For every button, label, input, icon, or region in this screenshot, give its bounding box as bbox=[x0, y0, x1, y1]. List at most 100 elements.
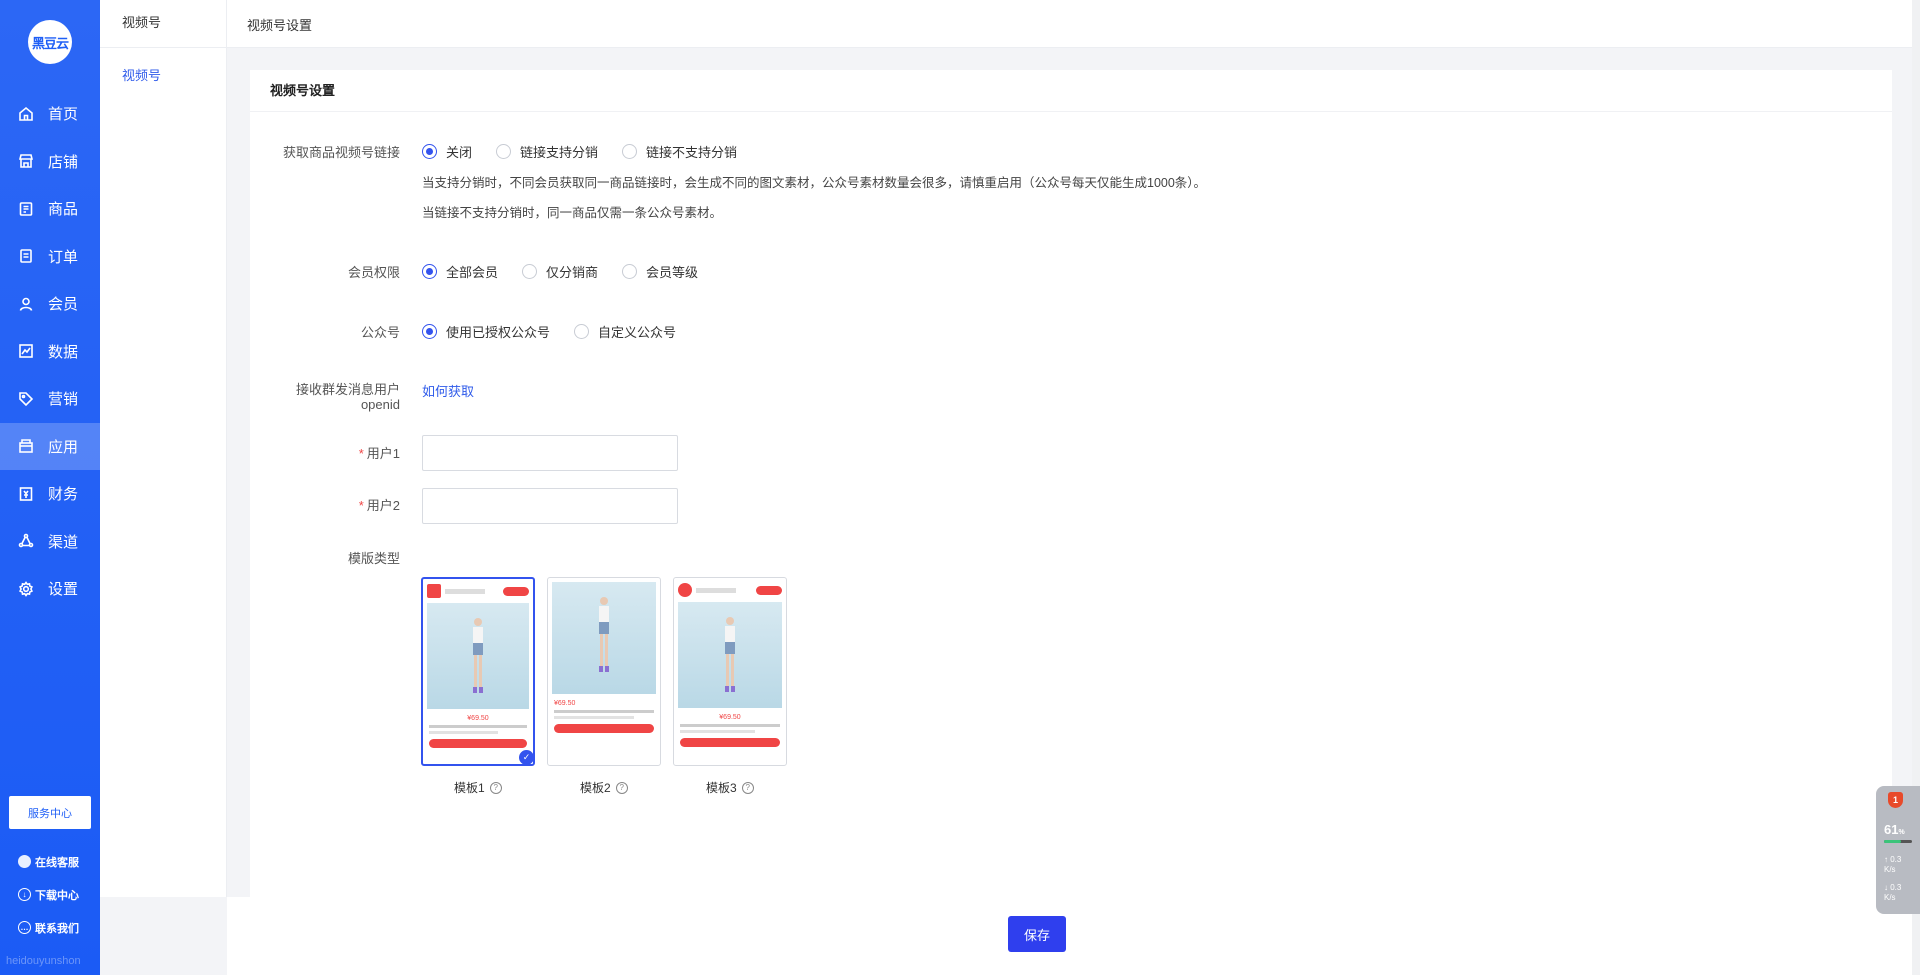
nav-item-order[interactable]: 订单 bbox=[0, 233, 100, 281]
nav-list: 首页 店铺 商品 订单 会员 数据 营销 应用 财务 渠道 设置 bbox=[0, 90, 100, 613]
app-root: 黑豆云 首页 店铺 商品 订单 会员 数据 营销 应用 财务 渠道 设置 服务中… bbox=[0, 0, 1920, 975]
user1-input[interactable] bbox=[422, 435, 678, 471]
nav-item-finance[interactable]: 财务 bbox=[0, 470, 100, 518]
memory-bar-fill bbox=[1884, 840, 1902, 843]
member-permission-label: 会员权限 bbox=[347, 265, 400, 280]
template-card-1[interactable]: ¥69.50 ✓ bbox=[421, 577, 535, 766]
radio-label: 仅分销商 bbox=[546, 265, 599, 280]
shield-badge: 1 bbox=[1892, 795, 1898, 805]
chat-icon: … bbox=[18, 921, 31, 934]
template-price: ¥69.50 bbox=[554, 700, 576, 707]
template-header bbox=[423, 579, 533, 603]
radio-dot bbox=[422, 264, 437, 279]
product-image bbox=[552, 582, 656, 694]
model-figure-icon bbox=[473, 618, 483, 693]
panel-title: 视频号设置 bbox=[250, 70, 1892, 112]
nav-item-label: 首页 bbox=[48, 106, 79, 124]
download-center-label: 下载中心 bbox=[35, 889, 79, 902]
member-permission-radio-group: 全部会员 仅分销商 会员等级 bbox=[422, 262, 722, 281]
nav-item-shop[interactable]: 店铺 bbox=[0, 138, 100, 186]
radio-link-distribution[interactable]: 链接支持分销 bbox=[496, 142, 598, 161]
shield-icon: 1 bbox=[1888, 792, 1903, 808]
subnav-item-video-channel[interactable]: 视频号 bbox=[100, 65, 226, 84]
upload-speed: ↑ 0.3 K/s bbox=[1884, 855, 1902, 874]
radio-custom-account[interactable]: 自定义公众号 bbox=[574, 322, 676, 341]
online-service-link[interactable]: 在线客服 bbox=[0, 845, 100, 878]
radio-label: 自定义公众号 bbox=[598, 325, 677, 340]
radio-label: 关闭 bbox=[446, 145, 473, 160]
user1-label-text: 用户1 bbox=[366, 446, 400, 461]
radio-member-level[interactable]: 会员等级 bbox=[622, 262, 698, 281]
chart-icon bbox=[19, 344, 33, 359]
system-monitor-widget[interactable]: 1 61% ↑ 0.3 K/s ↓ 0.3 K/s bbox=[1876, 786, 1920, 914]
save-button[interactable]: 保存 bbox=[1008, 916, 1066, 952]
radio-link-off[interactable]: 关闭 bbox=[422, 142, 472, 161]
goods-icon bbox=[19, 201, 33, 216]
nav-item-data[interactable]: 数据 bbox=[0, 328, 100, 376]
follow-tag bbox=[503, 586, 529, 596]
radio-all-members[interactable]: 全部会员 bbox=[422, 262, 498, 281]
product-image bbox=[678, 602, 782, 708]
tag-icon bbox=[19, 391, 34, 406]
shop-avatar bbox=[427, 584, 441, 598]
radio-dot bbox=[622, 264, 638, 279]
nav-item-channel[interactable]: 渠道 bbox=[0, 518, 100, 566]
brand-logo[interactable]: 黑豆云 bbox=[28, 20, 72, 64]
radio-label: 全部会员 bbox=[446, 265, 499, 280]
download-icon: ↓ bbox=[18, 888, 31, 901]
openid-label-line2: openid bbox=[360, 397, 400, 412]
official-account-radio-group: 使用已授权公众号 自定义公众号 bbox=[422, 322, 700, 341]
contact-us-link[interactable]: … 联系我们 bbox=[0, 911, 100, 944]
download-unit: K/s bbox=[1884, 893, 1896, 902]
download-center-link[interactable]: ↓ 下载中心 bbox=[0, 878, 100, 911]
template-type-label: 模版类型 bbox=[347, 551, 400, 566]
template-name-text: 模板3 bbox=[706, 781, 737, 795]
finance-icon bbox=[19, 486, 33, 501]
link-setting-label: 获取商品视频号链接 bbox=[282, 145, 400, 160]
nav-item-settings[interactable]: 设置 bbox=[0, 565, 100, 613]
contact-us-label: 联系我们 bbox=[35, 922, 79, 935]
openid-label-line1: 接收群发消息用户 bbox=[295, 382, 400, 397]
help-icon[interactable]: ? bbox=[489, 781, 502, 794]
template-name-2: 模板2? bbox=[580, 779, 628, 796]
nav-item-home[interactable]: 首页 bbox=[0, 90, 100, 138]
service-center-button[interactable]: 服务中心 bbox=[9, 796, 91, 829]
radio-dot bbox=[496, 144, 512, 159]
user2-label-text: 用户2 bbox=[366, 498, 400, 513]
help-icon[interactable]: ? bbox=[615, 781, 628, 794]
nav-item-label: 营销 bbox=[48, 391, 79, 409]
nav-item-marketing[interactable]: 营销 bbox=[0, 375, 100, 423]
follow-tag bbox=[756, 585, 782, 595]
help-icon[interactable]: ? bbox=[741, 781, 754, 794]
model-figure-icon bbox=[599, 597, 609, 672]
app-icon bbox=[19, 439, 33, 454]
shop-icon bbox=[18, 154, 34, 169]
settings-panel: 视频号设置 获取商品视频号链接 关闭 链接支持分销 链接不支持分销 当支持分销时… bbox=[250, 70, 1892, 897]
nav-item-apps[interactable]: 应用 bbox=[0, 422, 100, 470]
nav-item-label: 会员 bbox=[48, 296, 79, 314]
link-hint-2: 当链接不支持分销时，同一商品仅需一条公众号素材。 bbox=[422, 206, 723, 220]
user1-label: * 用户1 bbox=[250, 443, 400, 462]
percent-value: 61 bbox=[1884, 822, 1899, 837]
radio-dot bbox=[622, 144, 638, 159]
template-card-3[interactable]: ¥69.50 bbox=[673, 577, 787, 766]
nav-item-label: 渠道 bbox=[48, 533, 79, 551]
template-buy-button-preview bbox=[429, 739, 527, 748]
online-service-label: 在线客服 bbox=[35, 856, 79, 869]
radio-authorized-account[interactable]: 使用已授权公众号 bbox=[422, 322, 550, 341]
radio-link-no-distribution[interactable]: 链接不支持分销 bbox=[622, 142, 737, 161]
upload-unit: K/s bbox=[1884, 865, 1896, 874]
radio-distributors-only[interactable]: 仅分销商 bbox=[522, 262, 598, 281]
radio-dot bbox=[422, 144, 437, 159]
how-to-get-link[interactable]: 如何获取 bbox=[422, 381, 474, 400]
nav-item-member[interactable]: 会员 bbox=[0, 280, 100, 328]
required-mark: * bbox=[358, 498, 364, 513]
openid-label: 接收群发消息用户 openid bbox=[250, 382, 400, 412]
shop-name-placeholder bbox=[696, 587, 736, 593]
template-card-2[interactable]: ¥69.50 bbox=[547, 577, 661, 766]
product-image bbox=[427, 603, 529, 709]
nav-item-goods[interactable]: 商品 bbox=[0, 185, 100, 233]
radio-label: 使用已授权公众号 bbox=[446, 325, 551, 340]
download-value: 0.3 bbox=[1890, 883, 1902, 892]
user2-input[interactable] bbox=[422, 488, 678, 524]
